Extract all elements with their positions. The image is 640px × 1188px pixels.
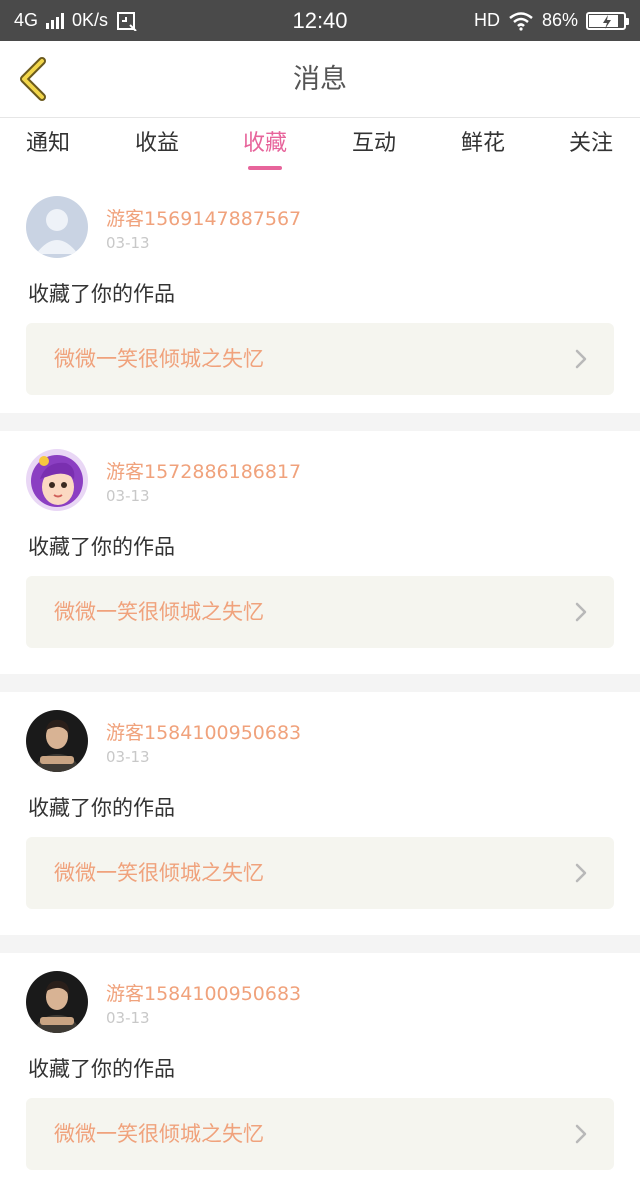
charging-icon (603, 14, 611, 29)
page-title: 消息 (293, 64, 347, 95)
work-title: 微微一笑很倾城之失忆 (54, 600, 264, 624)
work-link[interactable]: 微微一笑很倾城之失忆 (26, 323, 614, 395)
chevron-right-icon (575, 602, 587, 622)
battery-icon (586, 11, 629, 30)
work-link[interactable]: 微微一笑很倾城之失忆 (26, 1098, 614, 1170)
avatar[interactable] (26, 449, 88, 511)
tab-notice[interactable]: 通知 (3, 118, 93, 178)
tab-flower[interactable]: 鲜花 (438, 118, 528, 178)
user-name[interactable]: 游客1569147887567 (106, 204, 301, 231)
avatar[interactable] (26, 196, 88, 258)
action-text: 收藏了你的作品 (28, 535, 175, 559)
tab-interact[interactable]: 互动 (329, 118, 419, 178)
work-title: 微微一笑很倾城之失忆 (54, 347, 264, 371)
message-date: 03-13 (106, 1009, 150, 1027)
message-date: 03-13 (106, 234, 150, 252)
message-date: 03-13 (106, 748, 150, 766)
work-title: 微微一笑很倾城之失忆 (54, 1122, 264, 1146)
action-text: 收藏了你的作品 (28, 796, 175, 820)
message-card: 游客1569147887567 03-13 收藏了你的作品微微一笑很倾城之失忆 (0, 178, 640, 413)
user-name[interactable]: 游客1584100950683 (106, 979, 301, 1006)
app-header: 消息 (0, 41, 640, 118)
active-tab-indicator (248, 166, 282, 170)
card-separator (0, 674, 640, 692)
tab-label: 收藏 (242, 131, 287, 156)
tab-favorite[interactable]: 收藏 (220, 118, 310, 178)
message-date: 03-13 (106, 487, 150, 505)
battery-percent: 86% (541, 10, 578, 30)
wifi-icon (509, 11, 533, 31)
tab-label: 互动 (351, 131, 396, 156)
tab-label: 鲜花 (460, 131, 505, 156)
chevron-right-icon (575, 863, 587, 883)
user-name[interactable]: 游客1584100950683 (106, 718, 301, 745)
tab-label: 关注 (568, 131, 613, 156)
chevron-right-icon (575, 1124, 587, 1144)
hd-label: HD (473, 10, 500, 30)
tab-label: 通知 (25, 131, 70, 156)
message-card: 游客1572886186817 03-13 收藏了你的作品微微一笑很倾城之失忆 (0, 431, 640, 666)
work-link[interactable]: 微微一笑很倾城之失忆 (26, 576, 614, 648)
status-bar: 4G 0K/s 12:40 HD 86% (0, 0, 640, 41)
chevron-right-icon (575, 349, 587, 369)
avatar[interactable] (26, 710, 88, 772)
tab-income[interactable]: 收益 (112, 118, 202, 178)
tab-bar: 通知 收益 收藏 互动 鲜花 关注 (0, 118, 640, 178)
action-text: 收藏了你的作品 (28, 1057, 175, 1081)
card-separator (0, 413, 640, 431)
message-card: 游客1584100950683 03-13 收藏了你的作品微微一笑很倾城之失忆 (0, 953, 640, 1188)
work-link[interactable]: 微微一笑很倾城之失忆 (26, 837, 614, 909)
tab-follow[interactable]: 关注 (546, 118, 636, 178)
action-text: 收藏了你的作品 (28, 282, 175, 306)
status-right: HD 86% (473, 0, 629, 41)
tab-label: 收益 (134, 131, 179, 156)
avatar[interactable] (26, 971, 88, 1033)
message-card: 游客1584100950683 03-13 收藏了你的作品微微一笑很倾城之失忆 (0, 692, 640, 927)
card-separator (0, 935, 640, 953)
user-name[interactable]: 游客1572886186817 (106, 457, 301, 484)
work-title: 微微一笑很倾城之失忆 (54, 861, 264, 885)
